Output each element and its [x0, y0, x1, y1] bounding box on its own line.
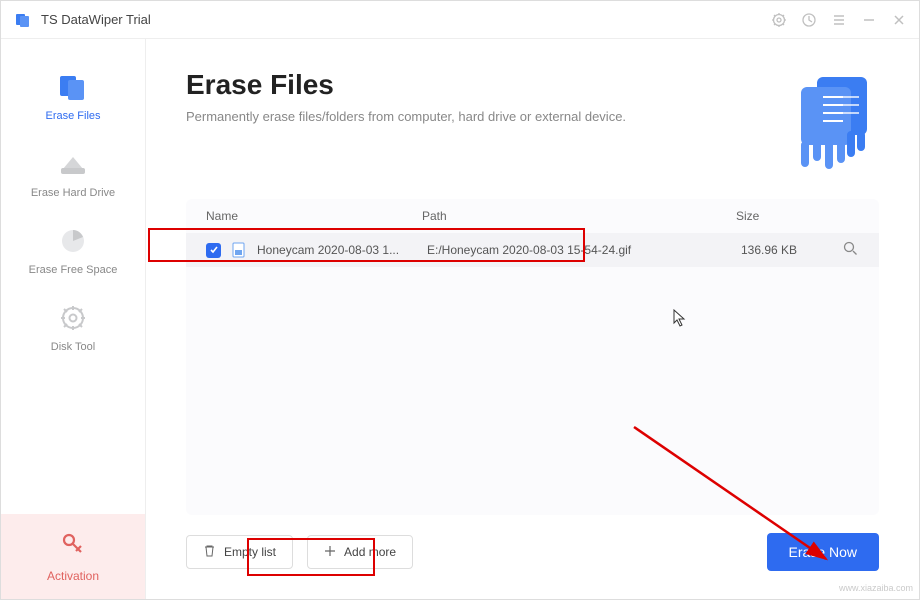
app-title: TS DataWiper Trial	[41, 12, 151, 27]
settings-icon[interactable]	[771, 12, 787, 28]
sidebar: Erase Files Erase Hard Drive Erase Free …	[1, 39, 146, 599]
sidebar-item-label: Erase Free Space	[29, 264, 118, 276]
page-subtitle: Permanently erase files/folders from com…	[186, 109, 779, 124]
watermark: www.xiazaiba.com	[839, 583, 913, 593]
tool-icon	[49, 300, 97, 335]
hard-drive-icon	[49, 146, 97, 181]
erase-files-icon	[49, 69, 97, 104]
activation-button[interactable]: Activation	[1, 514, 145, 599]
app-icon	[13, 10, 33, 30]
erase-now-button[interactable]: Erase Now	[767, 533, 879, 571]
add-more-label: Add more	[344, 545, 396, 559]
file-list-header: Name Path Size	[186, 199, 879, 233]
preview-icon[interactable]	[843, 241, 859, 259]
sidebar-item-label: Disk Tool	[51, 341, 95, 353]
page-title: Erase Files	[186, 69, 779, 101]
sidebar-item-label: Erase Files	[45, 110, 100, 122]
file-name: Honeycam 2020-08-03 1...	[257, 243, 427, 257]
sidebar-item-erase-files[interactable]: Erase Files	[1, 59, 145, 136]
sidebar-item-disk-tool[interactable]: Disk Tool	[1, 290, 145, 367]
clock-icon[interactable]	[801, 12, 817, 28]
activation-label: Activation	[47, 569, 99, 583]
file-icon	[231, 242, 247, 258]
column-name-header: Name	[206, 209, 422, 223]
menu-icon[interactable]	[831, 12, 847, 28]
bottom-bar: Empty list Add more Erase Now	[186, 515, 879, 571]
empty-list-label: Empty list	[224, 545, 276, 559]
column-size-header: Size	[736, 209, 829, 223]
hero-illustration	[779, 69, 879, 169]
column-path-header: Path	[422, 209, 736, 223]
file-checkbox[interactable]	[206, 243, 221, 258]
main-content: Erase Files Permanently erase files/fold…	[146, 39, 919, 599]
minimize-icon[interactable]	[861, 12, 877, 28]
key-icon	[59, 530, 87, 563]
file-size: 136.96 KB	[741, 243, 843, 257]
sidebar-item-erase-free-space[interactable]: Erase Free Space	[1, 213, 145, 290]
pie-icon	[49, 223, 97, 258]
empty-list-button[interactable]: Empty list	[186, 535, 293, 569]
add-more-button[interactable]: Add more	[307, 535, 413, 569]
file-row[interactable]: Honeycam 2020-08-03 1... E:/Honeycam 202…	[186, 233, 879, 267]
erase-now-label: Erase Now	[789, 544, 857, 560]
trash-icon	[203, 544, 216, 560]
sidebar-item-erase-hard-drive[interactable]: Erase Hard Drive	[1, 136, 145, 213]
plus-icon	[324, 545, 336, 560]
file-list-panel: Name Path Size Honeycam 2020-08-03 1... …	[186, 199, 879, 515]
titlebar: TS DataWiper Trial	[1, 1, 919, 39]
close-icon[interactable]	[891, 12, 907, 28]
sidebar-item-label: Erase Hard Drive	[31, 187, 115, 199]
file-path: E:/Honeycam 2020-08-03 15-54-24.gif	[427, 243, 741, 257]
